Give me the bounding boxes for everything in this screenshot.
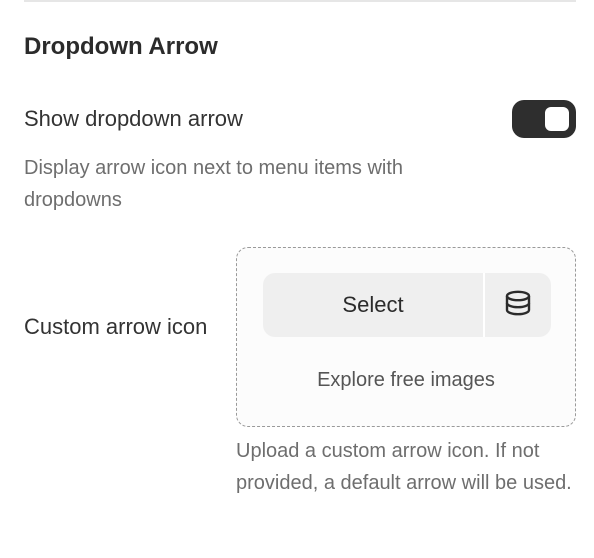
custom-arrow-icon-label: Custom arrow icon	[24, 314, 208, 339]
toggle-knob	[545, 107, 569, 131]
database-icon	[504, 290, 532, 321]
section-divider	[24, 0, 576, 2]
show-dropdown-arrow-toggle[interactable]	[512, 100, 576, 138]
media-library-button[interactable]	[485, 273, 551, 337]
custom-arrow-icon-upload-box[interactable]: Select Explore free images	[236, 247, 576, 427]
select-button[interactable]: Select	[263, 273, 485, 337]
show-dropdown-arrow-description: Display arrow icon next to menu items wi…	[24, 157, 404, 211]
show-dropdown-arrow-label: Show dropdown arrow	[24, 106, 243, 131]
select-button-group: Select	[263, 273, 551, 337]
section-title: Dropdown Arrow	[24, 33, 218, 60]
explore-free-images-link[interactable]: Explore free images	[237, 366, 575, 394]
custom-arrow-icon-help-text: Upload a custom arrow icon. If not provi…	[236, 440, 572, 494]
